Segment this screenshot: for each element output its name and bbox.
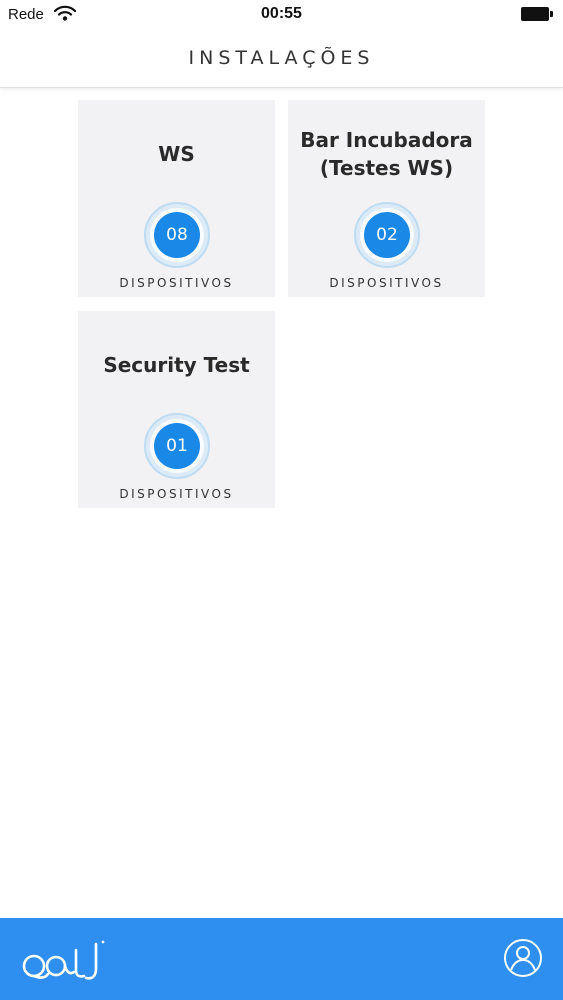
device-count-badge: 08 [144,202,210,268]
devices-caption: DISPOSITIVOS [329,276,444,290]
device-count: 01 [154,423,200,469]
installation-card-bar-incubadora[interactable]: Bar Incubadora (Testes WS) 02 DISPOSITIV… [288,100,485,297]
status-bar: Rede 00:55 [0,0,563,30]
device-count-badge: 01 [144,413,210,479]
device-count: 02 [364,212,410,258]
battery-icon [521,7,553,21]
device-count: 08 [154,212,200,258]
installation-name-line2: (Testes WS) [319,156,454,180]
devices-caption: DISPOSITIVOS [119,487,234,501]
installation-card-ws[interactable]: WS 08 DISPOSITIVOS [78,100,275,297]
user-profile-icon[interactable] [503,938,543,978]
bottom-bar [0,918,563,1000]
device-count-badge: 02 [354,202,420,268]
installation-name-line1: Bar Incubadora [300,128,473,152]
installation-card-security-test[interactable]: Security Test 01 DISPOSITIVOS [78,311,275,508]
devices-caption: DISPOSITIVOS [119,276,234,290]
app-logo-icon[interactable] [20,936,106,986]
installation-name: WS [158,142,195,166]
page-title: INSTALAÇÕES [188,47,375,69]
status-time: 00:55 [261,5,302,22]
header-bar: INSTALAÇÕES [0,30,563,88]
installation-name: Security Test [103,353,250,377]
